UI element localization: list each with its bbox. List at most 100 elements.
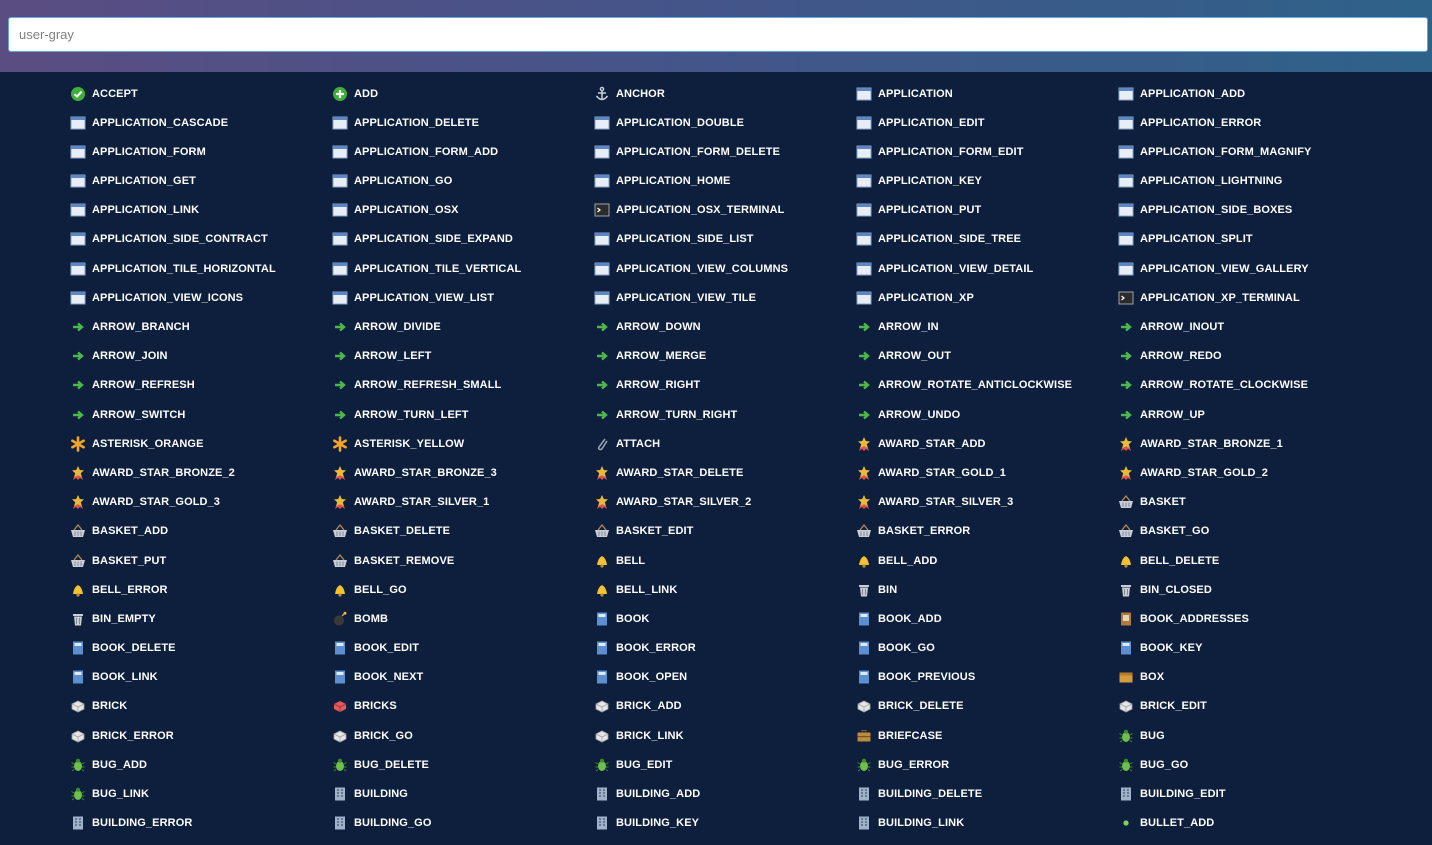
icon-item[interactable]: AWARD_STAR_BRONZE_2 (70, 458, 332, 487)
icon-item[interactable]: BOOK_EDIT (332, 634, 594, 663)
icon-item[interactable]: APPLICATION_CASCADE (70, 108, 332, 137)
icon-item[interactable]: BASKET_GO (1118, 517, 1380, 546)
icon-item[interactable]: ATTACH (594, 429, 856, 458)
icon-item[interactable]: BRICK_LINK (594, 721, 856, 750)
icon-item[interactable]: AWARD_STAR_SILVER_1 (332, 488, 594, 517)
icon-item[interactable]: APPLICATION_DOUBLE (594, 108, 856, 137)
icon-item[interactable]: AWARD_STAR_SILVER_2 (594, 488, 856, 517)
icon-item[interactable]: BUILDING_DELETE (856, 780, 1118, 809)
icon-item[interactable]: APPLICATION_GET (70, 167, 332, 196)
icon-item[interactable]: APPLICATION_EDIT (856, 108, 1118, 137)
icon-item[interactable]: APPLICATION_LINK (70, 196, 332, 225)
icon-item[interactable]: APPLICATION_SIDE_EXPAND (332, 225, 594, 254)
icon-item[interactable]: BIN_EMPTY (70, 604, 332, 633)
icon-item[interactable]: BUILDING_LINK (856, 809, 1118, 838)
icon-item[interactable]: APPLICATION_ADD (1118, 79, 1380, 108)
icon-item[interactable]: APPLICATION_VIEW_COLUMNS (594, 254, 856, 283)
icon-item[interactable]: ARROW_MERGE (594, 342, 856, 371)
icon-item[interactable]: BELL_GO (332, 575, 594, 604)
icon-item[interactable]: BELL_LINK (594, 575, 856, 604)
icon-item[interactable]: APPLICATION_TILE_HORIZONTAL (70, 254, 332, 283)
icon-item[interactable]: APPLICATION_VIEW_DETAIL (856, 254, 1118, 283)
icon-item[interactable]: ARROW_REDO (1118, 342, 1380, 371)
icon-item[interactable]: BUG (1118, 721, 1380, 750)
icon-item[interactable]: APPLICATION_DELETE (332, 108, 594, 137)
icon-item[interactable]: APPLICATION_VIEW_ICONS (70, 283, 332, 312)
icon-item[interactable]: BOOK_KEY (1118, 634, 1380, 663)
icon-item[interactable]: BUILDING_KEY (594, 809, 856, 838)
search-input[interactable] (8, 17, 1428, 52)
icon-item[interactable]: BASKET (1118, 488, 1380, 517)
icon-item[interactable]: AWARD_STAR_DELETE (594, 458, 856, 487)
icon-item[interactable]: BRICK_ERROR (70, 721, 332, 750)
icon-item[interactable]: AWARD_STAR_BRONZE_3 (332, 458, 594, 487)
icon-item[interactable]: APPLICATION_SPLIT (1118, 225, 1380, 254)
icon-item[interactable]: APPLICATION_FORM (70, 137, 332, 166)
icon-item[interactable]: AWARD_STAR_GOLD_1 (856, 458, 1118, 487)
icon-item[interactable]: BELL_DELETE (1118, 546, 1380, 575)
icon-item[interactable]: BOMB (332, 604, 594, 633)
icon-item[interactable]: BOOK_DELETE (70, 634, 332, 663)
icon-item[interactable]: APPLICATION_LIGHTNING (1118, 167, 1380, 196)
icon-item[interactable]: APPLICATION_KEY (856, 167, 1118, 196)
icon-item[interactable]: APPLICATION_FORM_EDIT (856, 137, 1118, 166)
icon-item[interactable]: BIN (856, 575, 1118, 604)
icon-item[interactable]: ARROW_LEFT (332, 342, 594, 371)
icon-item[interactable]: APPLICATION_VIEW_TILE (594, 283, 856, 312)
icon-item[interactable]: AWARD_STAR_BRONZE_1 (1118, 429, 1380, 458)
icon-item[interactable]: BELL (594, 546, 856, 575)
icon-item[interactable]: APPLICATION_SIDE_LIST (594, 225, 856, 254)
icon-item[interactable]: ARROW_DIVIDE (332, 313, 594, 342)
icon-item[interactable]: BRICK_DELETE (856, 692, 1118, 721)
icon-item[interactable]: ARROW_SWITCH (70, 400, 332, 429)
icon-item[interactable]: APPLICATION_SIDE_CONTRACT (70, 225, 332, 254)
icon-item[interactable]: APPLICATION_VIEW_GALLERY (1118, 254, 1380, 283)
icon-item[interactable]: BRICK_GO (332, 721, 594, 750)
icon-item[interactable]: BUG_EDIT (594, 750, 856, 779)
icon-item[interactable]: BOOK_NEXT (332, 663, 594, 692)
icon-item[interactable]: BUILDING_GO (332, 809, 594, 838)
icon-item[interactable]: BUG_GO (1118, 750, 1380, 779)
icon-item[interactable]: BUILDING_ADD (594, 780, 856, 809)
icon-item[interactable]: BUILDING (332, 780, 594, 809)
icon-item[interactable]: AWARD_STAR_GOLD_3 (70, 488, 332, 517)
icon-item[interactable]: APPLICATION_SIDE_TREE (856, 225, 1118, 254)
icon-item[interactable]: APPLICATION_FORM_ADD (332, 137, 594, 166)
icon-item[interactable]: ARROW_DOWN (594, 313, 856, 342)
icon-item[interactable]: BOOK_GO (856, 634, 1118, 663)
icon-item[interactable]: BASKET_ERROR (856, 517, 1118, 546)
icon-item[interactable]: BRICKS (332, 692, 594, 721)
icon-item[interactable]: BOOK_ERROR (594, 634, 856, 663)
icon-item[interactable]: BASKET_ADD (70, 517, 332, 546)
icon-item[interactable]: ARROW_IN (856, 313, 1118, 342)
icon-item[interactable]: ARROW_OUT (856, 342, 1118, 371)
icon-item[interactable]: BRICK (70, 692, 332, 721)
icon-item[interactable]: BRICK_EDIT (1118, 692, 1380, 721)
icon-item[interactable]: APPLICATION_FORM_MAGNIFY (1118, 137, 1380, 166)
icon-item[interactable]: APPLICATION_GO (332, 167, 594, 196)
icon-item[interactable]: ASTERISK_YELLOW (332, 429, 594, 458)
icon-item[interactable]: BOOK (594, 604, 856, 633)
icon-item[interactable]: BRICK_ADD (594, 692, 856, 721)
icon-item[interactable]: BASKET_PUT (70, 546, 332, 575)
icon-item[interactable]: BUILDING_EDIT (1118, 780, 1380, 809)
icon-item[interactable]: APPLICATION_HOME (594, 167, 856, 196)
icon-item[interactable]: ARROW_INOUT (1118, 313, 1380, 342)
icon-item[interactable]: ASTERISK_ORANGE (70, 429, 332, 458)
icon-item[interactable]: ARROW_ROTATE_ANTICLOCKWISE (856, 371, 1118, 400)
icon-item[interactable]: APPLICATION_TILE_VERTICAL (332, 254, 594, 283)
icon-item[interactable]: APPLICATION_OSX (332, 196, 594, 225)
icon-item[interactable]: BUG_LINK (70, 780, 332, 809)
icon-item[interactable]: BOX (1118, 663, 1380, 692)
icon-item[interactable]: ARROW_BRANCH (70, 313, 332, 342)
icon-item[interactable]: BUG_ERROR (856, 750, 1118, 779)
icon-item[interactable]: APPLICATION_PUT (856, 196, 1118, 225)
icon-item[interactable]: APPLICATION_SIDE_BOXES (1118, 196, 1380, 225)
icon-item[interactable]: ARROW_RIGHT (594, 371, 856, 400)
icon-item[interactable]: APPLICATION_XP_TERMINAL (1118, 283, 1380, 312)
icon-item[interactable]: ARROW_REFRESH (70, 371, 332, 400)
icon-item[interactable]: BOOK_OPEN (594, 663, 856, 692)
icon-item[interactable]: ARROW_UP (1118, 400, 1380, 429)
icon-item[interactable]: ARROW_TURN_RIGHT (594, 400, 856, 429)
icon-item[interactable]: BOOK_ADD (856, 604, 1118, 633)
